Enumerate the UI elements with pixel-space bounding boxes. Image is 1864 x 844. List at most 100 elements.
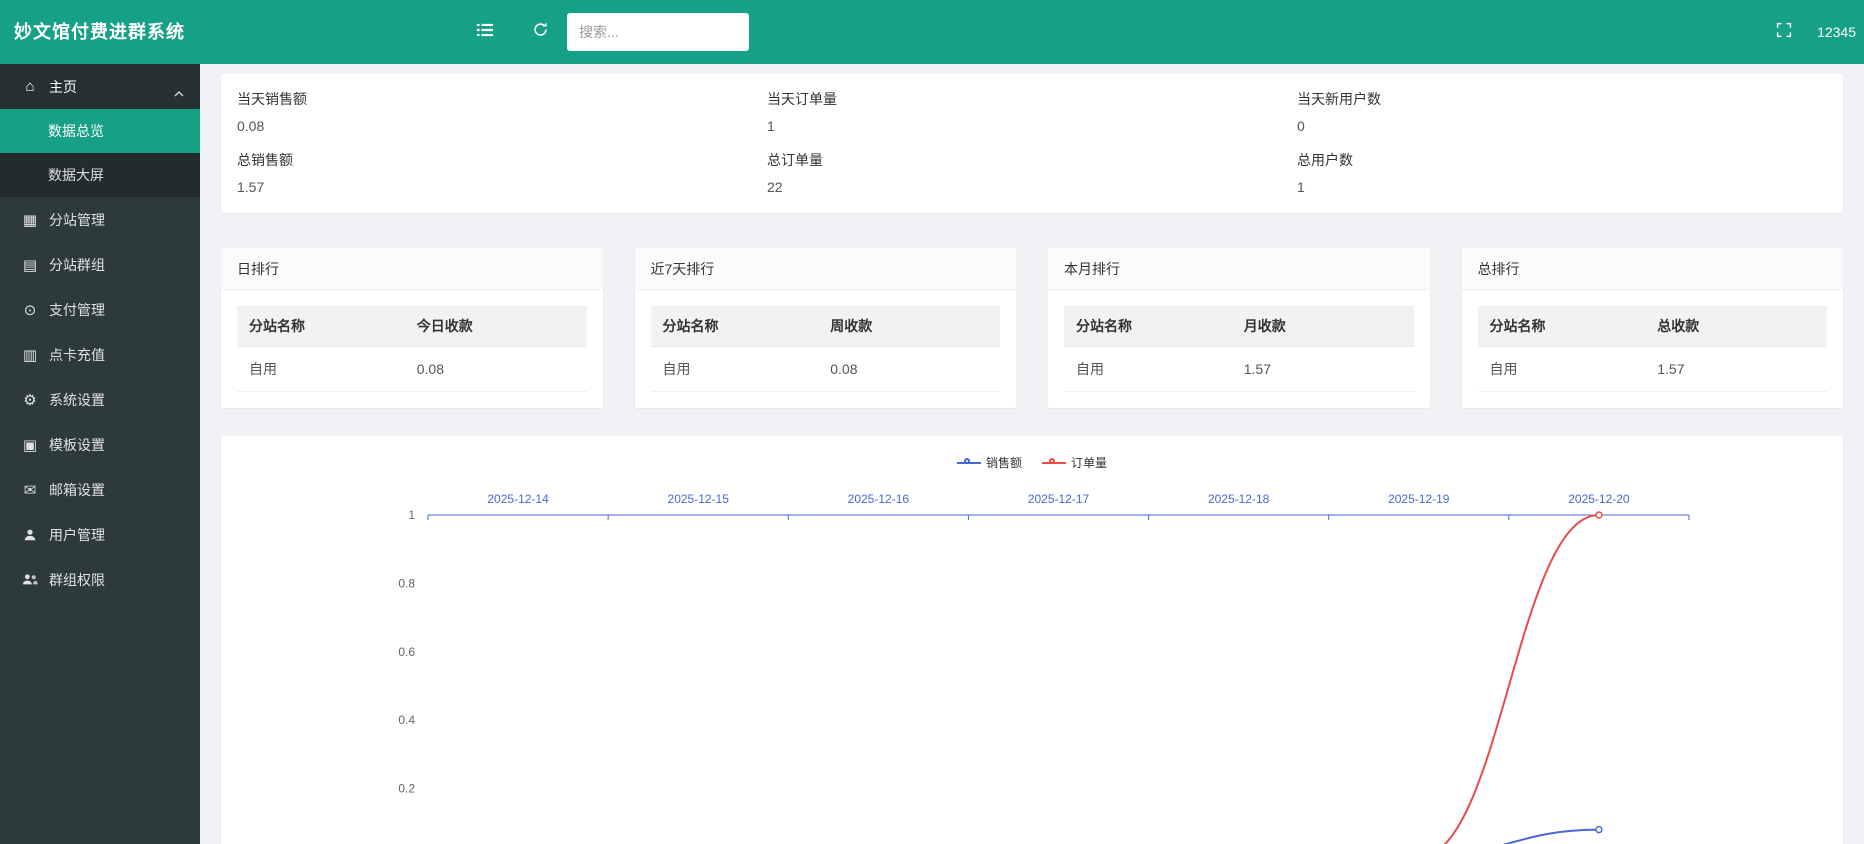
amount-cell: 1.57 — [1232, 347, 1414, 392]
stats-panel: 当天销售额 0.08 当天订单量 1 当天新用户数 0 总销售额 1.57 总订… — [221, 74, 1843, 213]
svg-text:2025-12-19: 2025-12-19 — [1388, 492, 1450, 506]
stat-total-sales: 总销售额 1.57 — [237, 150, 767, 195]
column-header: 分站名称 — [237, 306, 405, 347]
stat-total-users: 总用户数 1 — [1297, 150, 1827, 195]
stat-value: 1.57 — [237, 179, 767, 195]
sidebar-item-home[interactable]: ⌂ 主页 — [0, 64, 200, 109]
sidebar-item-system-settings[interactable]: ⚙ 系统设置 — [0, 377, 200, 422]
search-input[interactable] — [567, 13, 749, 51]
site-name-cell: 自用 — [237, 347, 405, 392]
svg-text:0.4: 0.4 — [398, 713, 415, 727]
sidebar-item-site-groups[interactable]: ▤ 分站群组 — [0, 242, 200, 287]
svg-text:0.6: 0.6 — [398, 645, 415, 659]
ranking-table: 分站名称 总收款 自用 1.57 — [1478, 306, 1828, 392]
sidebar-item-label: 数据总览 — [48, 121, 104, 141]
sidebar-item-data-screen[interactable]: 数据大屏 — [0, 153, 200, 197]
stat-label: 总用户数 — [1297, 150, 1827, 170]
ranking-title: 本月排行 — [1048, 248, 1430, 290]
ranking-row: 日排行 分站名称 今日收款 自用 0.08 近7天排行 — [221, 248, 1843, 408]
column-header: 分站名称 — [1478, 306, 1646, 347]
sidebar-item-template-settings[interactable]: ▣ 模板设置 — [0, 422, 200, 467]
pay-icon: ⊙ — [20, 301, 40, 319]
svg-text:0.8: 0.8 — [398, 576, 415, 590]
column-header: 分站名称 — [651, 306, 819, 347]
svg-text:2025-12-14: 2025-12-14 — [487, 492, 549, 506]
table-row: 自用 0.08 — [651, 347, 1001, 392]
ranking-card-total: 总排行 分站名称 总收款 自用 1.57 — [1462, 248, 1844, 408]
column-header: 今日收款 — [405, 306, 587, 347]
sidebar-item-site-manage[interactable]: ▦ 分站管理 — [0, 197, 200, 242]
grid-icon: ▦ — [20, 211, 40, 229]
sidebar-item-user-manage[interactable]: 用户管理 — [0, 512, 200, 557]
chevron-up-icon — [174, 84, 184, 100]
home-submenu: 数据总览 数据大屏 — [0, 109, 200, 197]
stat-label: 总销售额 — [237, 150, 767, 170]
top-bar: 妙文馆付费进群系统 12345 — [0, 0, 1864, 64]
ranking-table: 分站名称 周收款 自用 0.08 — [651, 306, 1001, 392]
menu-collapse-icon — [476, 21, 494, 44]
ranking-title: 日排行 — [221, 248, 603, 290]
svg-text:2025-12-18: 2025-12-18 — [1208, 492, 1270, 506]
refresh-button[interactable] — [518, 0, 562, 64]
ranking-title: 近7天排行 — [635, 248, 1017, 290]
list-icon: ▤ — [20, 256, 40, 274]
ranking-table: 分站名称 月收款 自用 1.57 — [1064, 306, 1414, 392]
svg-text:2025-12-17: 2025-12-17 — [1028, 492, 1090, 506]
stat-label: 当天订单量 — [767, 89, 1297, 109]
table-row: 自用 1.57 — [1064, 347, 1414, 392]
column-header: 总收款 — [1645, 306, 1827, 347]
sidebar-item-label: 分站群组 — [49, 255, 105, 275]
ranking-card-7days: 近7天排行 分站名称 周收款 自用 0.08 — [635, 248, 1017, 408]
table-row: 自用 1.57 — [1478, 347, 1828, 392]
svg-text:2025-12-15: 2025-12-15 — [668, 492, 730, 506]
amount-cell: 0.08 — [818, 347, 1000, 392]
sidebar-item-data-overview[interactable]: 数据总览 — [0, 109, 200, 153]
sidebar-item-card-recharge[interactable]: ▥ 点卡充值 — [0, 332, 200, 377]
sales-orders-chart: 00.20.40.60.812025-12-142025-12-152025-1… — [221, 436, 1841, 844]
table-row: 自用 0.08 — [237, 347, 587, 392]
home-icon: ⌂ — [20, 78, 40, 95]
svg-text:2025-12-16: 2025-12-16 — [848, 492, 910, 506]
sidebar-item-label: 邮箱设置 — [49, 480, 105, 500]
sidebar-item-label: 支付管理 — [49, 300, 105, 320]
legend-label: 订单量 — [1071, 454, 1107, 471]
sidebar-item-payment[interactable]: ⊙ 支付管理 — [0, 287, 200, 332]
stat-value: 22 — [767, 179, 1297, 195]
stat-value: 0.08 — [237, 118, 767, 134]
fullscreen-button[interactable] — [1762, 0, 1806, 64]
svg-text:2025-12-20: 2025-12-20 — [1568, 492, 1630, 506]
amount-cell: 1.57 — [1645, 347, 1827, 392]
app-title: 妙文馆付费进群系统 — [14, 0, 185, 64]
fullscreen-icon — [1776, 22, 1792, 43]
sidebar-item-label: 群组权限 — [49, 570, 105, 590]
sidebar-item-group-permissions[interactable]: 群组权限 — [0, 557, 200, 602]
search-box — [567, 13, 749, 51]
sidebar-item-label: 点卡充值 — [49, 345, 105, 365]
column-header: 周收款 — [818, 306, 1000, 347]
ranking-card-daily: 日排行 分站名称 今日收款 自用 0.08 — [221, 248, 603, 408]
refresh-icon — [532, 21, 549, 43]
sidebar-item-label: 数据大屏 — [48, 165, 104, 185]
site-name-cell: 自用 — [1478, 347, 1646, 392]
legend-item-orders[interactable]: 订单量 — [1042, 454, 1107, 471]
user-icon — [20, 528, 40, 542]
users-icon — [20, 573, 40, 586]
sidebar: ⌂ 主页 数据总览 数据大屏 ▦ 分站管理 ▤ 分站群组 ⊙ 支付管理 ▥ 点卡… — [0, 64, 200, 844]
column-header: 分站名称 — [1064, 306, 1232, 347]
menu-collapse-button[interactable] — [463, 0, 507, 64]
stat-value: 1 — [1297, 179, 1827, 195]
sales-orders-chart-card: 销售额 订单量 00.20.40.60.812025-12-142025-12-… — [221, 436, 1843, 844]
stat-today-new-users: 当天新用户数 0 — [1297, 89, 1827, 134]
stat-today-orders: 当天订单量 1 — [767, 89, 1297, 134]
legend-item-sales[interactable]: 销售额 — [957, 454, 1022, 471]
sidebar-item-label: 用户管理 — [49, 525, 105, 545]
template-icon: ▣ — [20, 436, 40, 454]
chart-legend: 销售额 订单量 — [221, 454, 1843, 471]
username[interactable]: 12345 — [1811, 0, 1862, 64]
line-circle-icon — [957, 458, 981, 468]
column-header: 月收款 — [1232, 306, 1414, 347]
sidebar-item-label: 分站管理 — [49, 210, 105, 230]
stat-label: 当天新用户数 — [1297, 89, 1827, 109]
ranking-title: 总排行 — [1462, 248, 1844, 290]
sidebar-item-mail-settings[interactable]: ✉ 邮箱设置 — [0, 467, 200, 512]
